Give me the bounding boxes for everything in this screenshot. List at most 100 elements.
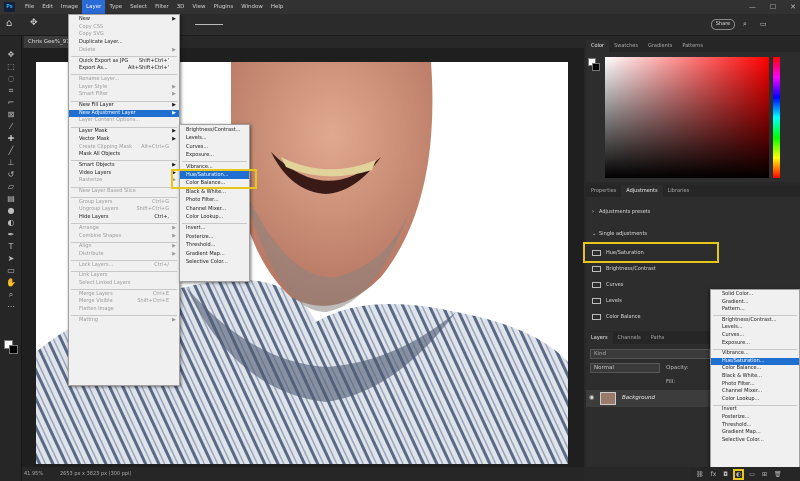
menu-view[interactable]: View (188, 0, 209, 14)
menu-item-flatten-image[interactable]: Flatten Image (69, 306, 179, 314)
menu-item-channel-mixer[interactable]: Channel Mixer... (711, 388, 799, 396)
menu-item-new-layer-based-slice[interactable]: New Layer Based Slice (69, 188, 179, 196)
minimize-icon[interactable]: — (749, 3, 756, 11)
menu-item-mask-all-objects[interactable]: Mask All Objects (69, 151, 179, 159)
eraser-icon[interactable]: ▱ (5, 182, 17, 192)
menu-item-ungroup-layers[interactable]: Ungroup Layers Shift+Ctrl+G (69, 206, 179, 214)
blend-mode-select[interactable]: Normal (590, 363, 660, 373)
menu-item-selective-color[interactable]: Selective Color... (180, 258, 249, 266)
move-icon[interactable]: ✥ (5, 50, 17, 60)
menu-item-lock-layers[interactable]: Lock Layers... Ctrl+/ (69, 262, 179, 270)
tab-properties[interactable]: Properties (586, 185, 621, 197)
menu-item-exposure[interactable]: Exposure... (711, 340, 799, 348)
menu-item-smart-objects[interactable]: Smart Objects ▶ (69, 162, 179, 170)
menu-item-group-layers[interactable]: Group Layers Ctrl+G (69, 199, 179, 207)
menu-item-levels[interactable]: Levels... (711, 324, 799, 332)
menu-item-new-adjustment-layer[interactable]: New Adjustment Layer ▶ (69, 109, 179, 118)
menu-item-layer-mask[interactable]: Layer Mask ▶ (69, 128, 179, 136)
new-adjustment-icon[interactable]: ◐ (732, 468, 745, 480)
menu-item-copy-css[interactable]: Copy CSS (69, 24, 179, 32)
link-icon[interactable]: ⛓ (696, 471, 704, 478)
share-button[interactable]: Share (711, 19, 735, 30)
menu-item-gradient-map[interactable]: Gradient Map... (711, 429, 799, 437)
menu-window[interactable]: Window (237, 0, 267, 14)
dodge-icon[interactable]: ◐ (5, 218, 17, 228)
path-select-icon[interactable]: ➤ (5, 254, 17, 264)
menu-item-brightness-contrast[interactable]: Brightness/Contrast... (180, 126, 249, 134)
history-brush-icon[interactable]: ↺ (5, 170, 17, 180)
menu-item-delete[interactable]: Delete ▶ (69, 47, 179, 55)
menu-item-channel-mixer[interactable]: Channel Mixer... (180, 205, 249, 213)
menu-item-layer-style[interactable]: Layer Style ▶ (69, 84, 179, 92)
menu-item-levels[interactable]: Levels... (180, 134, 249, 142)
more-tools-icon[interactable]: ⋯ (5, 302, 17, 312)
menu-item-export-as[interactable]: Export As... Alt+Shift+Ctrl+' (69, 65, 179, 73)
menu-item-new[interactable]: New ▶ (69, 16, 179, 24)
menu-item-merge-visible[interactable]: Merge Visible Shift+Ctrl+E (69, 298, 179, 306)
tab-layers[interactable]: Layers (586, 332, 613, 344)
menu-item-threshold[interactable]: Threshold... (180, 241, 249, 249)
tab-libraries[interactable]: Libraries (663, 185, 695, 197)
menu-item-hide-layers[interactable]: Hide Layers Ctrl+, (69, 214, 179, 222)
visibility-eye-icon[interactable]: ◉ (589, 394, 594, 401)
hue-slider[interactable] (773, 57, 780, 178)
tab-channels[interactable]: Channels (613, 332, 646, 344)
menu-item-arrange[interactable]: Arrange ▶ (69, 225, 179, 233)
fx-icon[interactable]: fx (711, 471, 717, 478)
blur-icon[interactable]: ● (5, 206, 17, 216)
zoom-icon[interactable]: ⌕ (5, 290, 17, 300)
tab-color[interactable]: Color (586, 40, 610, 52)
healing-icon[interactable]: ✚ (5, 134, 17, 144)
menu-type[interactable]: Type (105, 0, 126, 14)
menu-item-video-layers[interactable]: Video Layers ▶ (69, 170, 179, 178)
menu-item-quick-export-as-jpg[interactable]: Quick Export as JPG Shift+Ctrl+' (69, 58, 179, 66)
menu-filter[interactable]: Filter (151, 0, 173, 14)
menu-item-solid-color[interactable]: Solid Color... (711, 291, 799, 299)
menu-item-rasterize[interactable]: Rasterize ▶ (69, 177, 179, 185)
panel-background-swatch[interactable] (592, 63, 600, 71)
menu-item-invert[interactable]: Invert (711, 406, 799, 414)
menu-item-pattern[interactable]: Pattern... (711, 306, 799, 314)
marquee-icon[interactable]: ⬚ (5, 62, 17, 72)
color-picker-field[interactable] (605, 57, 769, 178)
menu-item-distribute[interactable]: Distribute ▶ (69, 251, 179, 259)
tab-gradients[interactable]: Gradients (643, 40, 677, 52)
move-tool-icon[interactable]: ✥ (30, 18, 38, 28)
menu-item-matting[interactable]: Matting ▶ (69, 317, 179, 325)
menu-item-black-white[interactable]: Black & White... (711, 373, 799, 381)
menu-item-color-balance[interactable]: Color Balance... (711, 365, 799, 373)
rectangle-icon[interactable]: ▭ (5, 266, 17, 276)
type-icon[interactable]: T (5, 242, 17, 252)
eyedropper-icon[interactable]: ⁄ (5, 122, 17, 132)
menu-item-rename-layer[interactable]: Rename Layer... (69, 76, 179, 84)
brush-icon[interactable]: ╱ (5, 146, 17, 156)
menu-item-create-clipping-mask[interactable]: Create Clipping Mask Alt+Ctrl+G (69, 144, 179, 152)
adjustments-presets-row[interactable]: › Adjustments presets (586, 206, 800, 218)
menu-item-new-fill-layer[interactable]: New Fill Layer ▶ (69, 102, 179, 110)
object-select-icon[interactable]: ⌗ (5, 86, 17, 96)
crop-icon[interactable]: ⌐ (5, 98, 17, 108)
menu-item-black-white[interactable]: Black & White... (180, 188, 249, 196)
tab-patterns[interactable]: Patterns (677, 40, 708, 52)
mask-icon[interactable]: ◘ (723, 471, 728, 478)
menu-help[interactable]: Help (267, 0, 288, 14)
home-icon[interactable]: ⌂ (6, 18, 12, 29)
menu-plugins[interactable]: Plugins (209, 0, 237, 14)
menu-select[interactable]: Select (126, 0, 151, 14)
pen-icon[interactable]: ✒ (5, 230, 17, 240)
menu-item-gradient-map[interactable]: Gradient Map... (180, 250, 249, 258)
gradient-icon[interactable]: ▤ (5, 194, 17, 204)
menu-item-link-layers[interactable]: Link Layers (69, 272, 179, 280)
menu-item-exposure[interactable]: Exposure... (180, 151, 249, 159)
menu-item-selective-color[interactable]: Selective Color... (711, 437, 799, 445)
menu-item-merge-layers[interactable]: Merge Layers Ctrl+E (69, 291, 179, 299)
new-layer-icon[interactable]: ⊞ (762, 471, 767, 478)
group-icon[interactable]: ▭ (749, 471, 755, 478)
menu-item-vector-mask[interactable]: Vector Mask ▶ (69, 136, 179, 144)
hand-icon[interactable]: ✋ (5, 278, 17, 288)
menu-item-layer-content-options[interactable]: Layer Content Options... (69, 117, 179, 125)
single-adjustments-row[interactable]: ⌄ Single adjustments (586, 228, 800, 240)
search-icon[interactable]: ⌕ (743, 20, 747, 29)
tab-paths[interactable]: Paths (646, 332, 670, 344)
close-icon[interactable]: ✕ (790, 3, 796, 11)
